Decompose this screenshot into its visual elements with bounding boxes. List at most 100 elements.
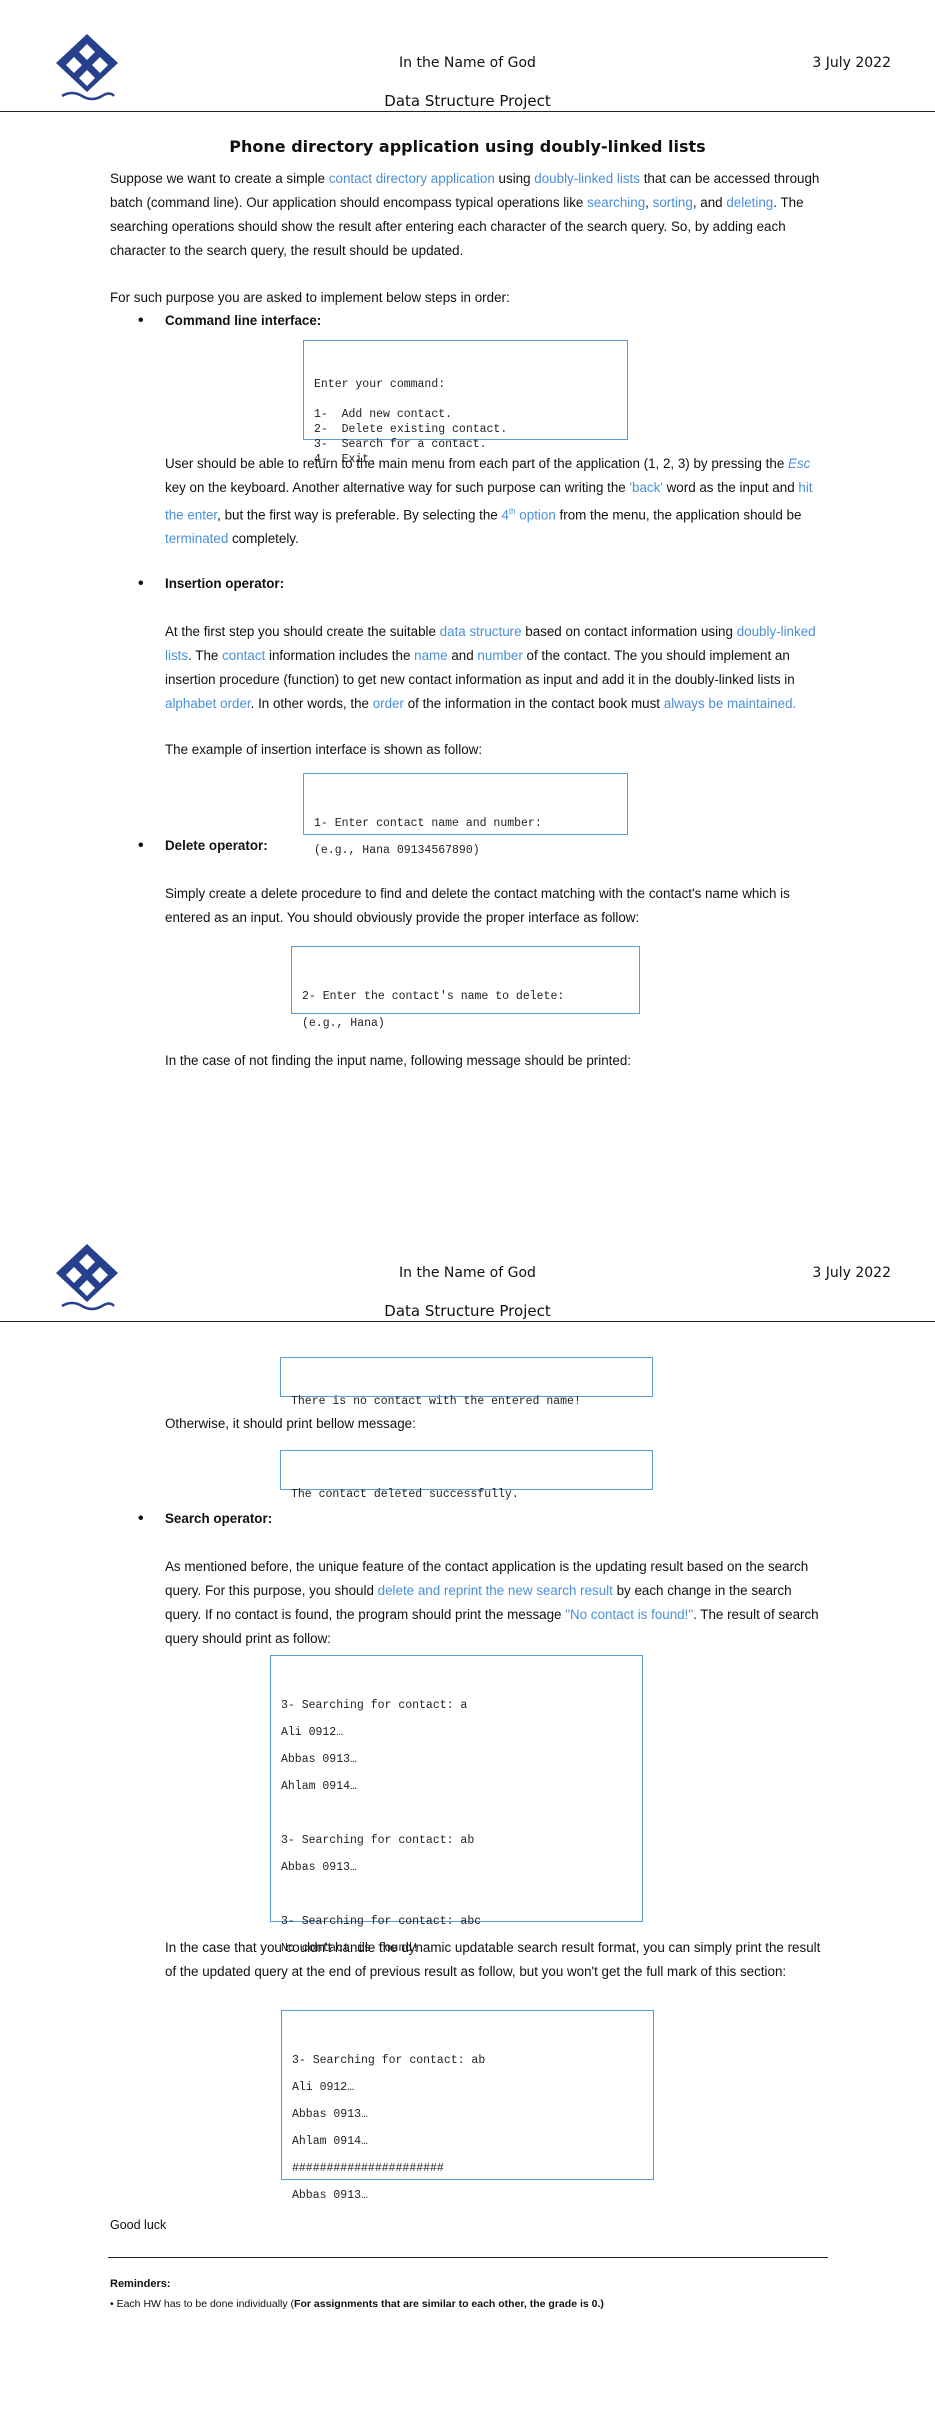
header-project-title: Data Structure Project: [384, 1302, 551, 1320]
insertion-highlight: name: [414, 648, 448, 663]
cli-highlight: Esc: [788, 456, 811, 471]
reminder-text: • Each HW has to be done individually (: [110, 2298, 295, 2310]
cli-text: from the menu, the application should be: [555, 507, 802, 523]
delete-not-found-label: In the case of not finding the input nam…: [165, 1053, 631, 1068]
intro-text: Suppose we want to create a simple: [110, 171, 329, 186]
deleted-code-box: The contact deleted successfully.: [280, 1450, 653, 1501]
insertion-text: information includes the: [265, 648, 415, 663]
header-date: 3 July 2022: [812, 55, 891, 71]
cli-highlight: 4: [501, 507, 509, 523]
code-line: 3- Searching for contact: abc: [281, 1915, 482, 1928]
intro-paragraph: Suppose we want to create a simple conta…: [110, 167, 825, 263]
search-fallback-code-box: 3- Searching for contact: ab Ali 0912… Abb…: [281, 2010, 654, 2202]
insertion-highlight: number: [477, 648, 523, 663]
intro-highlight: deleting: [726, 195, 774, 210]
code-line: (e.g., Hana): [302, 1017, 385, 1030]
intro-highlight: contact directory application: [328, 171, 495, 186]
code-line: Abbas 0913…: [281, 1753, 357, 1766]
insertion-highlight: alphabet order: [165, 696, 251, 711]
insertion-text: and: [447, 648, 478, 663]
insertion-text: of the information in the contact book m…: [403, 696, 664, 711]
page-1: In the Name of God 3 July 2022 Data Stru…: [0, 0, 935, 1210]
intro-highlight: searching: [587, 195, 646, 210]
footer-divider: [108, 2257, 828, 2258]
insertion-highlight: data structure: [439, 624, 522, 639]
reminder-emphasis: For assignments that are similar to each…: [294, 2298, 604, 2310]
code-line: 2- Delete existing contact.: [314, 423, 508, 436]
delete-heading: Delete operator:: [138, 837, 268, 855]
code-line: 3- Search for a contact.: [314, 438, 487, 451]
insertion-text: At the first step you should create the …: [165, 624, 440, 639]
page-2: In the Name of God 3 July 2022 Data Stru…: [0, 1210, 935, 2420]
intro-highlight: doubly-linked lists: [534, 171, 640, 186]
insertion-text: based on contact information using: [521, 624, 737, 639]
delete-paragraph: Simply create a delete procedure to find…: [165, 886, 790, 925]
otherwise-label: Otherwise, it should print bellow messag…: [165, 1416, 416, 1431]
code-line: 3- Searching for contact: ab: [292, 2054, 486, 2067]
intro-text: , and: [692, 195, 727, 210]
cli-text: User should be able to return to the mai…: [165, 456, 789, 471]
code-line: 3- Searching for contact: a: [281, 1699, 468, 1712]
code-line: 1- Enter contact name and number:: [314, 817, 542, 830]
cli-text: key on the keyboard. Another alternative…: [165, 480, 630, 495]
cli-highlight: th: [508, 507, 516, 516]
search-highlight: delete and reprint the new search result: [377, 1583, 613, 1598]
code-line: Enter your command:: [314, 378, 446, 391]
code-line: Ahlam 0914…: [281, 1780, 357, 1793]
header-divider: [0, 111, 935, 112]
search-fallback-paragraph: In the case that you couldn't handle the…: [165, 1940, 821, 1979]
not-found-code-box: There is no contact with the entered nam…: [280, 1357, 653, 1408]
cli-highlight: terminated: [165, 531, 229, 547]
cli-text: , but the first way is preferable. By se…: [217, 507, 502, 523]
header-in-name-of-god: In the Name of God: [399, 55, 536, 71]
code-line: Ali 0912…: [281, 1726, 344, 1739]
insertion-code-box: 1- Enter contact name and number: (e.g., …: [303, 773, 628, 857]
intro-highlight: sorting: [652, 195, 693, 210]
header-in-name-of-god: In the Name of God: [399, 1265, 536, 1281]
code-line: Abbas 0913…: [292, 2189, 368, 2202]
reminders-title: Reminders:: [110, 2278, 171, 2290]
insertion-heading: Insertion operator:: [138, 575, 284, 593]
cli-highlight: 'back': [629, 480, 663, 495]
search-heading: Search operator:: [138, 1510, 272, 1528]
insertion-example-label: The example of insertion interface is sh…: [165, 742, 483, 757]
search-paragraph: As mentioned before, the unique feature …: [165, 1555, 825, 1651]
insertion-text: . In other words, the: [250, 696, 373, 711]
document-title: Phone directory application using doubly…: [229, 137, 706, 156]
header-project-title: Data Structure Project: [384, 92, 551, 110]
search-highlight: "No contact is found!": [565, 1607, 694, 1622]
cli-code-box: Enter your command: 1- Add new contact. 2…: [303, 340, 628, 466]
delete-code-box: 2- Enter the contact's name to delete: (e…: [291, 946, 640, 1030]
code-line: (e.g., Hana 09134567890): [314, 844, 480, 857]
code-line: The contact deleted successfully.: [291, 1488, 519, 1501]
reminders-item: • Each HW has to be done individually (F…: [110, 2298, 604, 2310]
header-divider: [0, 1321, 935, 1322]
insertion-highlight: always be maintained.: [663, 696, 797, 711]
cli-paragraph: User should be able to return to the mai…: [165, 452, 825, 551]
header-date: 3 July 2022: [812, 1265, 891, 1281]
code-line: 2- Enter the contact's name to delete:: [302, 990, 565, 1003]
code-line: Abbas 0913…: [281, 1861, 357, 1874]
code-line: Abbas 0913…: [292, 2108, 368, 2121]
code-line: ######################: [292, 2162, 444, 2175]
intro-text: ,: [645, 195, 653, 210]
cli-text: completely.: [228, 531, 299, 547]
steps-intro: For such purpose you are asked to implem…: [110, 290, 510, 305]
search-code-box: 3- Searching for contact: a Ali 0912… Abba…: [270, 1655, 643, 1955]
code-line: There is no contact with the entered nam…: [291, 1395, 581, 1408]
code-line: 3- Searching for contact: ab: [281, 1834, 475, 1847]
code-line: Ali 0912…: [292, 2081, 355, 2094]
intro-text: using: [494, 171, 535, 186]
insertion-paragraph: At the first step you should create the …: [165, 620, 825, 716]
code-line: Ahlam 0914…: [292, 2135, 368, 2148]
code-line: 1- Add new contact.: [314, 408, 453, 421]
cli-highlight: option: [515, 507, 556, 523]
insertion-text: . The: [188, 648, 223, 663]
cli-text: word as the input and: [662, 480, 799, 495]
insertion-highlight: order: [372, 696, 404, 711]
cli-heading: Command line interface:: [138, 312, 321, 330]
good-luck: Good luck: [110, 2218, 167, 2232]
